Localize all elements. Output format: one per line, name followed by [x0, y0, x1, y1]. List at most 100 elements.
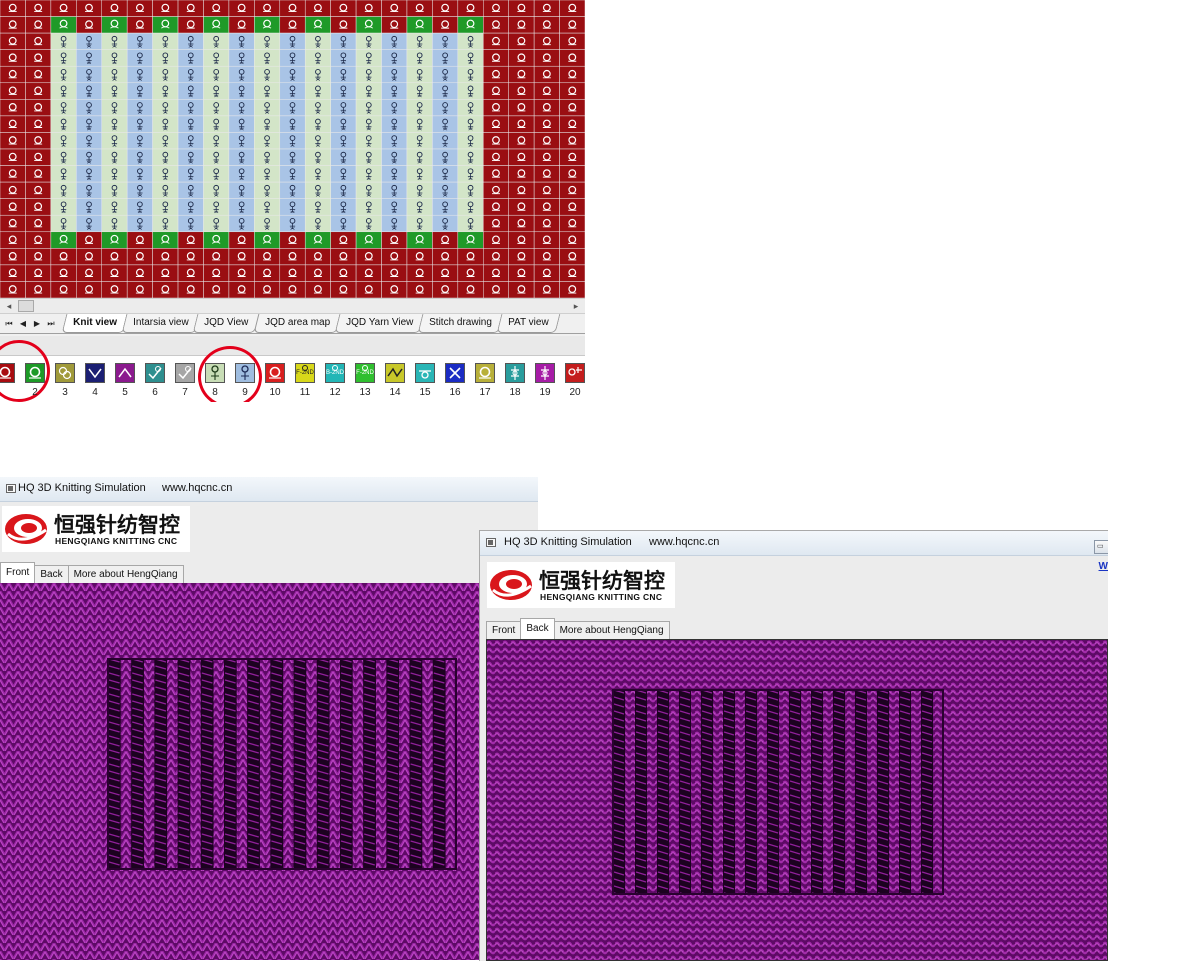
grid-cell[interactable]: [0, 49, 26, 67]
palette-item-18[interactable]: 18: [503, 362, 527, 402]
grid-cell[interactable]: [304, 231, 331, 249]
grid-cell[interactable]: [483, 49, 509, 67]
grid-cell[interactable]: [483, 0, 509, 17]
grid-cell[interactable]: [254, 264, 281, 282]
tab-jqd-area-map[interactable]: JQD area map: [253, 314, 342, 333]
grid-cell[interactable]: [330, 16, 357, 34]
grid-cell[interactable]: [76, 264, 102, 282]
grid-cell[interactable]: [126, 264, 153, 282]
last-tab-icon[interactable]: ⏭: [44, 317, 58, 331]
grid-cell[interactable]: [304, 0, 331, 17]
grid-cell[interactable]: [203, 16, 230, 34]
grid-cell[interactable]: [0, 264, 26, 282]
tab-more-about-hengqiang[interactable]: More about HengQiang: [67, 565, 184, 583]
grid-cell[interactable]: [483, 248, 509, 266]
grid-cell[interactable]: [228, 16, 255, 34]
grid-cell[interactable]: [483, 198, 509, 216]
grid-cell[interactable]: [533, 49, 560, 67]
grid-cell[interactable]: [381, 16, 408, 34]
grid-cell[interactable]: [457, 16, 484, 34]
grid-cell[interactable]: [152, 16, 179, 34]
grid-cell[interactable]: [559, 115, 585, 133]
grid-cell[interactable]: [381, 264, 408, 282]
grid-cell[interactable]: [50, 264, 77, 282]
grid-cell[interactable]: [533, 231, 560, 249]
grid-cell[interactable]: [355, 281, 382, 298]
grid-cell[interactable]: [50, 231, 77, 249]
grid-cell[interactable]: [559, 165, 585, 183]
grid-cell[interactable]: [101, 16, 128, 34]
grid-cell[interactable]: [279, 231, 306, 249]
grid-cell[interactable]: [126, 231, 153, 249]
grid-cell[interactable]: [177, 248, 204, 266]
grid-cell[interactable]: [355, 16, 382, 34]
grid-cell[interactable]: [279, 248, 306, 266]
grid-cell[interactable]: [483, 231, 509, 249]
grid-cell[interactable]: [254, 231, 281, 249]
grid-cell[interactable]: [508, 248, 535, 266]
grid-cell[interactable]: [533, 248, 560, 266]
grid-cell[interactable]: [508, 65, 535, 84]
grid-cell[interactable]: [279, 16, 306, 34]
palette-item-4[interactable]: 4: [83, 362, 107, 402]
grid-cell[interactable]: [559, 65, 585, 84]
grid-cell[interactable]: [457, 0, 484, 17]
grid-cell[interactable]: [0, 165, 26, 183]
grid-cell[interactable]: [533, 181, 560, 199]
grid-cell[interactable]: [381, 281, 408, 298]
tab-back[interactable]: Back: [34, 565, 69, 583]
grid-cell[interactable]: [25, 99, 52, 117]
grid-cell[interactable]: [177, 281, 204, 298]
grid-cell[interactable]: [76, 16, 102, 34]
grid-cell[interactable]: [432, 16, 459, 34]
grid-cell[interactable]: [559, 132, 585, 150]
grid-cell[interactable]: [126, 16, 153, 34]
grid-cell[interactable]: [457, 264, 484, 282]
grid-cell[interactable]: [533, 99, 560, 117]
grid-cell[interactable]: [508, 49, 535, 67]
grid-cell[interactable]: [508, 165, 535, 183]
grid-cell[interactable]: [50, 16, 77, 34]
grid-cell[interactable]: [533, 0, 560, 17]
palette-item-11[interactable]: F-2ND 11: [293, 362, 317, 402]
grid-cell[interactable]: [559, 99, 585, 117]
grid-cell[interactable]: [0, 181, 26, 199]
grid-cell[interactable]: [483, 32, 509, 50]
grid-cell[interactable]: [25, 32, 52, 50]
tab-more-about-hengqiang[interactable]: More about HengQiang: [553, 621, 670, 639]
grid-cell[interactable]: [533, 32, 560, 50]
grid-cell[interactable]: [254, 16, 281, 34]
grid-cell[interactable]: [508, 231, 535, 249]
grid-cell[interactable]: [152, 0, 179, 17]
grid-cell[interactable]: [508, 148, 535, 166]
grid-cell[interactable]: [177, 0, 204, 17]
grid-cell[interactable]: [533, 214, 560, 233]
grid-cell[interactable]: [152, 248, 179, 266]
grid-cell[interactable]: [483, 181, 509, 199]
grid-cell[interactable]: [25, 231, 52, 249]
grid-cell[interactable]: [533, 281, 560, 298]
grid-cell[interactable]: [533, 132, 560, 150]
grid-cell[interactable]: [483, 115, 509, 133]
grid-cell[interactable]: [76, 248, 102, 266]
grid-cell[interactable]: [508, 264, 535, 282]
grid-cell[interactable]: [355, 0, 382, 17]
grid-cell[interactable]: [25, 0, 52, 17]
grid-cell[interactable]: [559, 181, 585, 199]
tab-front[interactable]: Front: [0, 562, 36, 583]
grid-cell[interactable]: [559, 0, 585, 17]
grid-cell[interactable]: [559, 148, 585, 166]
grid-cell[interactable]: [254, 248, 281, 266]
grid-cell[interactable]: [228, 248, 255, 266]
grid-cell[interactable]: [0, 248, 26, 266]
grid-cell[interactable]: [126, 281, 153, 298]
grid-cell[interactable]: [0, 198, 26, 216]
grid-cell[interactable]: [432, 248, 459, 266]
grid-cell[interactable]: [406, 16, 433, 34]
grid-cell[interactable]: [381, 248, 408, 266]
grid-cell[interactable]: [483, 99, 509, 117]
grid-cell[interactable]: [304, 16, 331, 34]
window-control-button[interactable]: ▭: [1094, 540, 1108, 554]
grid-cell[interactable]: [126, 248, 153, 266]
grid-cell[interactable]: [508, 214, 535, 233]
